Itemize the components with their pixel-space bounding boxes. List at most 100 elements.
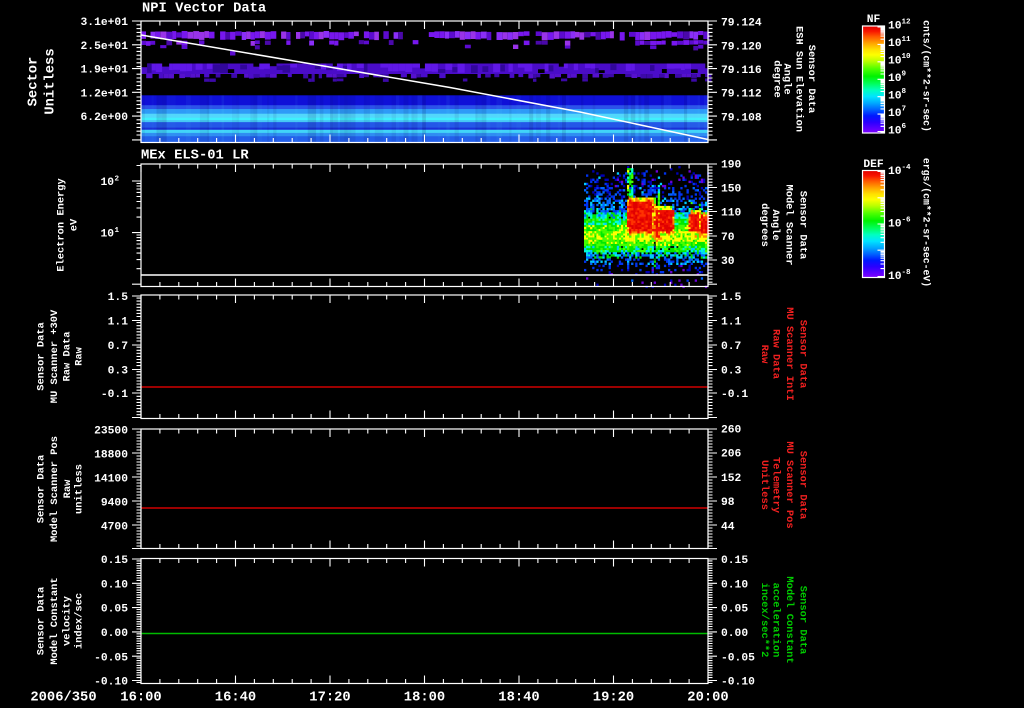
svg-text:-0.1: -0.1	[721, 389, 748, 401]
svg-text:1.2e+01: 1.2e+01	[81, 88, 129, 100]
svg-text:ESH Sun Elevation: ESH Sun Elevation	[793, 26, 805, 132]
svg-text:0.10: 0.10	[101, 579, 128, 591]
svg-text:Unitless: Unitless	[43, 48, 59, 114]
svg-text:Telemetry: Telemetry	[770, 457, 782, 514]
svg-text:14100: 14100	[94, 474, 128, 486]
svg-text:0.7: 0.7	[721, 341, 742, 353]
svg-text:-0.05: -0.05	[721, 652, 755, 664]
svg-text:index/sec: index/sec	[74, 593, 86, 649]
svg-text:Model Scanner: Model Scanner	[783, 184, 795, 265]
svg-text:1.5: 1.5	[108, 292, 129, 304]
svg-text:0.05: 0.05	[101, 604, 128, 616]
svg-text:-0.10: -0.10	[721, 677, 755, 689]
svg-text:0.15: 0.15	[721, 555, 748, 567]
svg-text:30: 30	[721, 256, 735, 268]
svg-text:NF: NF	[867, 14, 881, 26]
svg-text:cnts/(cm**2-sr-sec): cnts/(cm**2-sr-sec)	[921, 20, 932, 132]
svg-text:2.5e+01: 2.5e+01	[81, 41, 129, 53]
svg-text:23500: 23500	[94, 426, 128, 438]
svg-text:16:40: 16:40	[215, 691, 256, 706]
svg-text:79.124: 79.124	[721, 18, 762, 30]
svg-text:MEx ELS-01 LR: MEx ELS-01 LR	[141, 149, 249, 164]
svg-text:incex/sec**2: incex/sec**2	[758, 583, 770, 658]
svg-text:0.00: 0.00	[721, 628, 748, 640]
svg-text:Model Constant: Model Constant	[783, 576, 795, 663]
svg-text:10: 10	[902, 53, 912, 61]
svg-text:79.120: 79.120	[721, 41, 762, 53]
svg-text:18800: 18800	[94, 450, 128, 462]
svg-text:70: 70	[721, 232, 735, 244]
svg-text:3.1e+01: 3.1e+01	[81, 17, 129, 29]
svg-text:6: 6	[902, 123, 907, 131]
svg-text:degrees: degrees	[758, 203, 770, 247]
svg-text:10: 10	[888, 73, 902, 85]
svg-text:MU Scanner Pos: MU Scanner Pos	[783, 441, 795, 528]
svg-text:79.112: 79.112	[721, 89, 762, 101]
svg-text:MU Scanner +30V: MU Scanner +30V	[49, 309, 61, 403]
svg-text:10: 10	[888, 108, 902, 120]
svg-text:Sensor Data: Sensor Data	[797, 586, 809, 655]
svg-text:Sensor Data: Sensor Data	[36, 455, 48, 524]
svg-text:8: 8	[902, 88, 907, 96]
svg-text:0.05: 0.05	[721, 604, 748, 616]
svg-text:1.9e+01: 1.9e+01	[81, 65, 129, 77]
svg-text:9: 9	[902, 71, 907, 79]
svg-text:10: 10	[888, 21, 902, 33]
svg-text:98: 98	[721, 497, 735, 509]
svg-text:-0.10: -0.10	[94, 677, 128, 689]
svg-text:6.2e+00: 6.2e+00	[81, 112, 129, 124]
svg-text:1.1: 1.1	[721, 317, 742, 329]
svg-text:1.5: 1.5	[721, 292, 742, 304]
svg-text:0.10: 0.10	[721, 579, 748, 591]
svg-text:18:40: 18:40	[498, 691, 539, 706]
svg-text:Model Scanner Pos: Model Scanner Pos	[49, 436, 61, 542]
svg-text:-0.05: -0.05	[94, 652, 128, 664]
svg-text:44: 44	[721, 522, 735, 534]
svg-text:Sensor Data: Sensor Data	[36, 322, 48, 391]
svg-text:11: 11	[902, 36, 912, 44]
svg-text:Raw Data: Raw Data	[62, 332, 74, 382]
svg-text:10: 10	[888, 125, 902, 137]
svg-text:7: 7	[902, 106, 907, 114]
svg-text:206: 206	[721, 449, 742, 461]
svg-text:0.7: 0.7	[108, 341, 129, 353]
svg-text:19:20: 19:20	[593, 691, 634, 706]
svg-text:0.00: 0.00	[101, 628, 128, 640]
svg-text:260: 260	[721, 425, 742, 437]
svg-text:MU Scanner IntI: MU Scanner IntI	[783, 307, 795, 401]
svg-text:10: 10	[888, 219, 902, 231]
svg-text:0.3: 0.3	[108, 366, 129, 378]
svg-text:150: 150	[721, 184, 742, 196]
svg-text:2: 2	[115, 176, 120, 184]
svg-text:velocity: velocity	[62, 595, 74, 646]
svg-text:2006/350: 2006/350	[30, 690, 96, 706]
svg-text:acceleration: acceleration	[770, 583, 782, 658]
svg-text:20:00: 20:00	[687, 691, 728, 706]
svg-text:0.15: 0.15	[101, 555, 128, 567]
svg-text:0.3: 0.3	[721, 366, 742, 378]
svg-text:10: 10	[100, 177, 114, 189]
svg-text:1.1: 1.1	[108, 317, 129, 329]
svg-text:Sensor Data: Sensor Data	[797, 451, 809, 520]
svg-text:10: 10	[888, 38, 902, 50]
svg-text:1: 1	[115, 227, 120, 235]
svg-text:10: 10	[888, 166, 902, 178]
svg-text:Electron Energy: Electron Energy	[56, 177, 68, 271]
svg-text:Raw Data: Raw Data	[770, 329, 782, 379]
svg-text:18:00: 18:00	[404, 691, 445, 706]
svg-text:Raw: Raw	[758, 345, 770, 364]
svg-text:10: 10	[888, 56, 902, 68]
svg-text:Sensor Data: Sensor Data	[805, 45, 817, 114]
svg-text:10: 10	[888, 271, 902, 283]
svg-text:eV: eV	[69, 218, 81, 231]
svg-text:12: 12	[902, 18, 912, 26]
svg-text:152: 152	[721, 473, 742, 485]
svg-text:Raw: Raw	[74, 346, 86, 365]
svg-text:-0.1: -0.1	[101, 389, 128, 401]
svg-text:degree: degree	[771, 60, 783, 97]
svg-text:10: 10	[888, 90, 902, 102]
svg-text:Sector: Sector	[27, 57, 42, 107]
svg-text:Sensor Data: Sensor Data	[797, 191, 809, 260]
svg-text:79.108: 79.108	[721, 112, 762, 124]
svg-text:4700: 4700	[101, 522, 128, 534]
